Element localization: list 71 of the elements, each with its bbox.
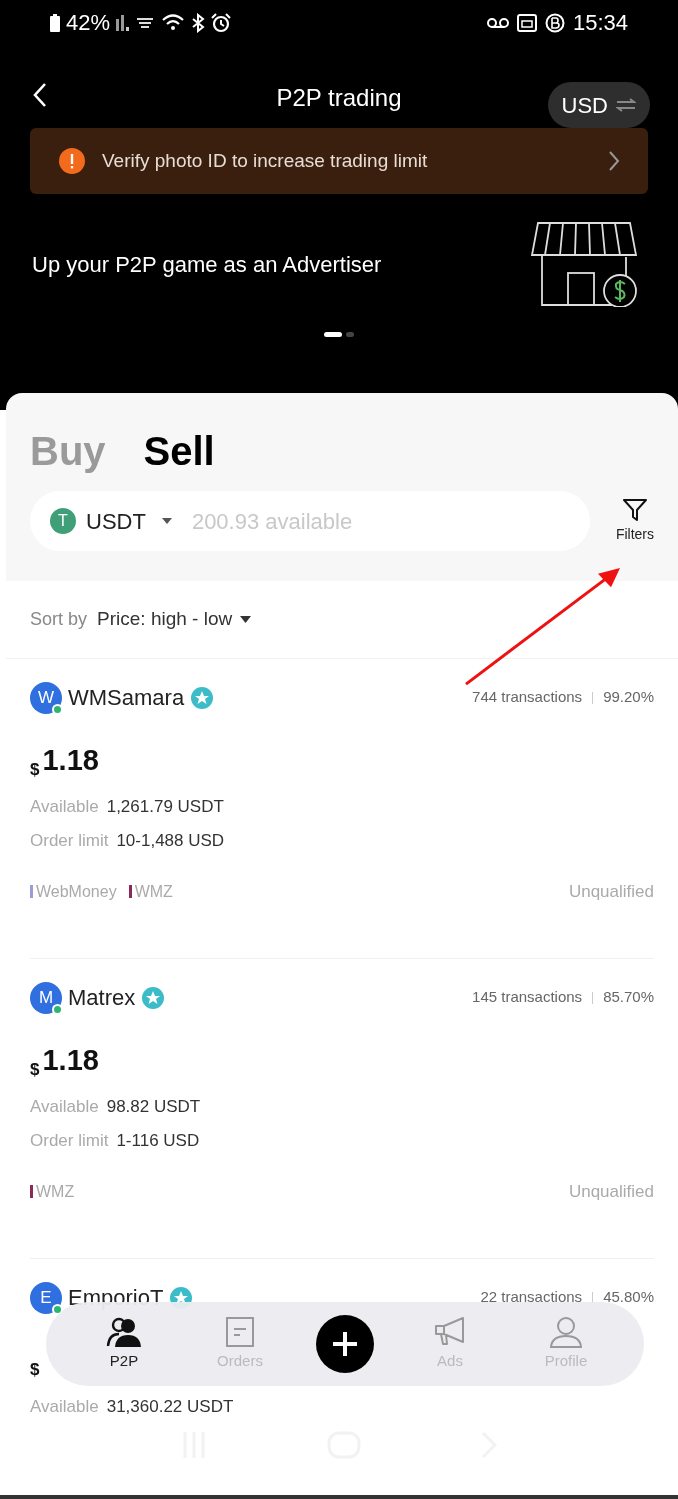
b-circle-icon: [544, 13, 565, 33]
available-label: Available: [30, 1096, 99, 1118]
notice-text: Verify photo ID to increase trading limit: [102, 148, 429, 173]
page-title: P2P trading: [276, 83, 402, 113]
offer-status: Unqualified: [568, 1181, 654, 1203]
payment-method: WMZ: [36, 1181, 75, 1202]
dropdown-caret-icon: [161, 518, 172, 524]
available-label: Available: [30, 1396, 99, 1418]
alarm-icon: [211, 13, 232, 33]
filter-icon: [621, 497, 648, 522]
available-amount: 1,261.79 USDT: [106, 796, 224, 818]
plus-icon: [331, 1330, 359, 1358]
document-icon: [225, 1315, 255, 1348]
chevron-right-icon: [608, 150, 620, 172]
order-limit-label: Order limit: [30, 829, 109, 852]
people-icon: [106, 1315, 142, 1348]
order-limit-label: Order limit: [30, 1129, 109, 1152]
available-amount: 98.82 USDT: [106, 1096, 201, 1118]
voicemail-icon: [486, 17, 509, 29]
wifi-icon: [161, 13, 186, 33]
warning-icon: [58, 147, 86, 175]
tab[interactable]: Sell: [143, 431, 215, 471]
transaction-count: 744 transactions: [472, 687, 583, 708]
price: 1.18: [42, 742, 99, 778]
transaction-count: 145 transactions: [472, 987, 583, 1008]
offer-card[interactable]: W WMSamara 744 transactions 99.20% $1.18 Available 1,261.79 USDT Order limit 10-1,488 USD WebMoney WMZ Unqualified: [30, 659, 654, 959]
currency-symbol: $: [30, 758, 40, 781]
battery-percent: 42%: [66, 12, 111, 34]
payment-method: WebMoney: [36, 881, 117, 902]
gallery-icon: [516, 13, 537, 33]
person-icon: [549, 1315, 583, 1348]
dropdown-caret-icon: [240, 616, 252, 623]
merchant-name: WMSamara: [68, 684, 185, 712]
coin-name: USDT: [86, 507, 146, 536]
currency-symbol: $: [30, 1058, 40, 1081]
available-label: Available: [30, 796, 99, 818]
avatar: W: [30, 681, 62, 714]
sort-dropdown[interactable]: Price: high - low: [97, 605, 252, 634]
completion-rate: 85.70%: [603, 987, 654, 1008]
offer-card[interactable]: M Matrex 145 transactions 85.70% $1.18 Available 98.82 USDT Order limit 1-116 USD WMZ Unqualified: [30, 959, 654, 1259]
page-indicator[interactable]: [324, 332, 342, 337]
add-button[interactable]: [316, 1315, 374, 1373]
completion-rate: 99.20%: [603, 687, 654, 708]
payment-method: WMZ: [134, 881, 173, 902]
notice-banner[interactable]: Verify photo ID to increase trading limit: [30, 128, 648, 194]
megaphone-icon: [433, 1315, 467, 1348]
order-limit-value: 10-1,488 USD: [116, 829, 225, 852]
coin-icon: T: [50, 508, 76, 534]
nav-tab[interactable]: P2P: [84, 1315, 164, 1373]
sort-label: Sort by: [30, 608, 88, 631]
merchant-name: Matrex: [68, 984, 136, 1012]
bluetooth-icon: [191, 13, 206, 33]
back-icon[interactable]: [32, 82, 48, 108]
clock: 15:34: [572, 12, 628, 34]
verified-badge-icon: [141, 985, 166, 1010]
merchant-name: EmporioT: [68, 1284, 164, 1312]
verified-badge-icon: [190, 685, 215, 710]
completion-rate: 45.80%: [603, 1287, 654, 1308]
signal-icon: [116, 15, 130, 31]
price: 1.18: [42, 1042, 99, 1078]
order-limit-value: 1-116 USD: [116, 1129, 200, 1152]
transaction-count: 22 transactions: [480, 1287, 583, 1308]
currency-button[interactable]: USD: [547, 82, 650, 128]
offer-status: Unqualified: [568, 881, 654, 903]
currency-symbol: $: [30, 1358, 40, 1381]
available-amount: 31,360.22 USDT: [106, 1396, 234, 1418]
filters-button[interactable]: Filters: [615, 497, 654, 545]
avatar: M: [30, 981, 62, 1014]
swap-icon: [616, 98, 636, 112]
battery-icon: [50, 14, 60, 32]
promo-text: Up your P2P game as an Advertiser: [31, 250, 382, 279]
